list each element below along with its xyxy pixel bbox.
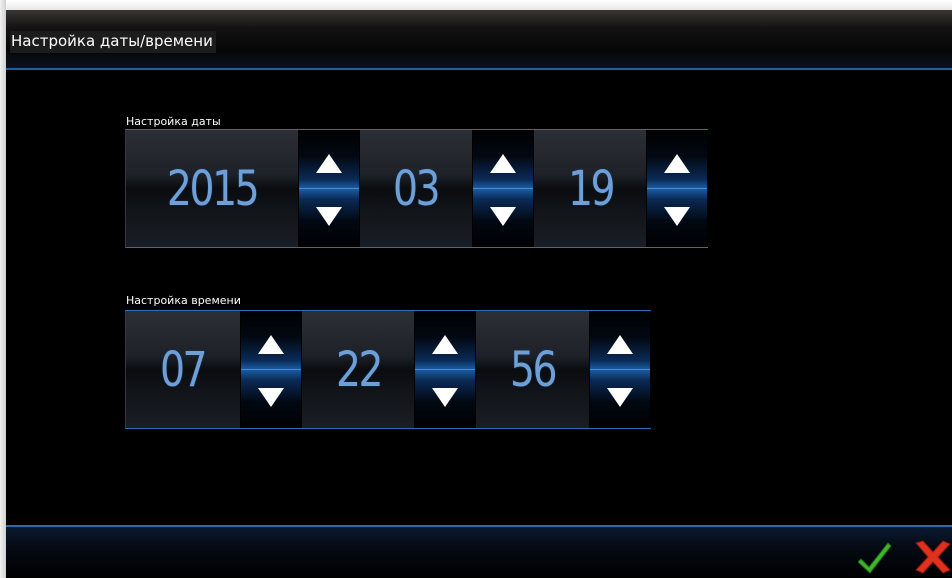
triangle-down-icon: [607, 387, 634, 407]
day-stepper: [647, 130, 708, 247]
month-value: 03: [393, 160, 441, 217]
minute-decrement-button[interactable]: [415, 370, 476, 428]
second-field[interactable]: 56: [476, 311, 591, 428]
window-title: Настройка даты/времени: [10, 31, 216, 53]
minute-increment-button[interactable]: [415, 311, 476, 370]
year-increment-button[interactable]: [298, 130, 359, 189]
month-decrement-button[interactable]: [473, 189, 534, 247]
minute-field[interactable]: 22: [301, 311, 416, 428]
year-value: 2015: [166, 160, 260, 217]
month-increment-button[interactable]: [473, 130, 534, 189]
bottom-action-bar: [6, 525, 952, 578]
ok-button[interactable]: [857, 539, 892, 575]
month-stepper: [473, 130, 535, 247]
cancel-button[interactable]: [912, 539, 952, 575]
checkmark-icon: [857, 542, 892, 574]
left-frame-edge: [0, 0, 6, 578]
title-bar: Настройка даты/времени: [6, 10, 952, 70]
hour-increment-button[interactable]: [240, 311, 301, 370]
triangle-down-icon: [664, 206, 691, 226]
year-decrement-button[interactable]: [298, 189, 359, 247]
day-field[interactable]: 19: [534, 130, 648, 247]
second-stepper: [590, 311, 652, 428]
triangle-up-icon: [432, 334, 459, 354]
second-value: 56: [510, 341, 558, 398]
date-time-settings-screen: Настройка даты/времени Настройка даты 20…: [0, 0, 952, 578]
second-decrement-button[interactable]: [590, 370, 651, 428]
triangle-up-icon: [607, 334, 634, 354]
triangle-up-icon: [490, 153, 517, 173]
second-increment-button[interactable]: [590, 311, 651, 370]
triangle-down-icon: [315, 206, 342, 226]
day-decrement-button[interactable]: [647, 189, 707, 247]
minute-value: 22: [335, 341, 383, 398]
triangle-up-icon: [257, 334, 284, 354]
hour-field[interactable]: 07: [126, 311, 241, 428]
day-increment-button[interactable]: [647, 130, 707, 189]
time-group-label: Настройка времени: [126, 294, 241, 307]
triangle-down-icon: [257, 387, 284, 407]
hour-stepper: [240, 311, 302, 428]
minute-stepper: [415, 311, 477, 428]
close-icon: [915, 540, 951, 574]
date-group-label: Настройка даты: [126, 115, 221, 128]
month-field[interactable]: 03: [359, 130, 474, 247]
triangle-down-icon: [490, 206, 517, 226]
triangle-down-icon: [432, 387, 459, 407]
hour-decrement-button[interactable]: [240, 370, 301, 428]
top-frame-edge: [0, 0, 952, 10]
time-spinner-group: 07 22 56: [125, 310, 652, 429]
year-field[interactable]: 2015: [126, 130, 299, 247]
date-spinner-group: 2015 03 19: [125, 129, 708, 248]
triangle-up-icon: [664, 153, 691, 173]
year-stepper: [298, 130, 360, 247]
triangle-up-icon: [315, 153, 342, 173]
hour-value: 07: [160, 341, 208, 398]
day-value: 19: [567, 160, 616, 217]
